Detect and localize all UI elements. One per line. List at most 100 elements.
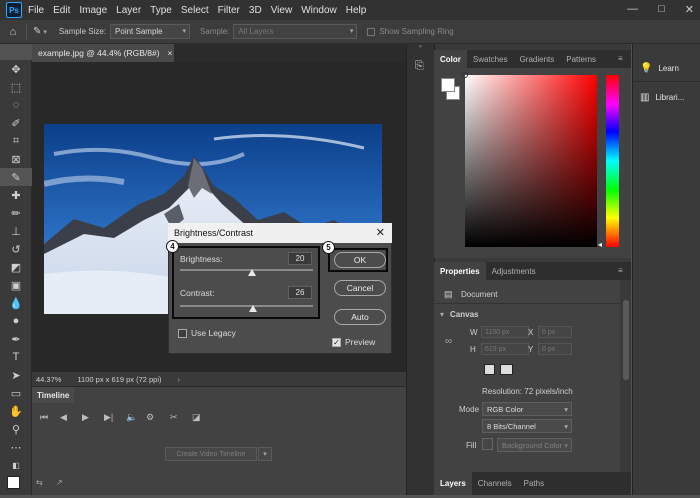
width-field[interactable]: 1100 px (481, 326, 529, 338)
quick-select-tool-icon[interactable]: ✐ (0, 114, 32, 132)
marquee-tool-icon[interactable]: ⬚ (0, 78, 32, 96)
dodge-tool-icon[interactable]: ● (0, 312, 32, 330)
close-window-icon[interactable]: ✕ (685, 3, 694, 16)
minimize-icon[interactable]: — (627, 3, 638, 16)
tab-gradients[interactable]: Gradients (514, 50, 561, 68)
move-tool-icon[interactable]: ✥ (0, 60, 32, 78)
tab-paths[interactable]: Paths (518, 472, 550, 495)
tab-channels[interactable]: Channels (472, 472, 518, 495)
eyedropper-tool-icon[interactable]: ✎ (0, 168, 32, 186)
home-icon[interactable]: ⌂ (0, 26, 26, 38)
transition-icon[interactable]: ◪ (192, 412, 201, 423)
tab-adjustments[interactable]: Adjustments (486, 262, 542, 280)
hue-slider-handle[interactable]: ◂ (598, 240, 602, 249)
y-field[interactable]: 0 px (538, 343, 572, 355)
fill-select[interactable]: Background Color ▾ (497, 438, 572, 452)
gradient-tool-icon[interactable]: ▣ (0, 276, 32, 294)
audio-icon[interactable]: 🔈 (126, 412, 137, 423)
eraser-tool-icon[interactable]: ◩ (0, 258, 32, 276)
zoom-tool-icon[interactable]: ⚲ (0, 420, 32, 438)
menu-type[interactable]: Type (150, 5, 172, 16)
render-video-icon[interactable]: ↗ (56, 478, 63, 487)
menu-edit[interactable]: Edit (53, 5, 70, 16)
landscape-orientation-icon[interactable] (500, 364, 513, 375)
close-icon[interactable]: ✕ (376, 226, 385, 239)
menu-filter[interactable]: Filter (218, 5, 240, 16)
chevron-right-icon[interactable]: › (178, 375, 181, 384)
document-tab[interactable]: example.jpg @ 44.4% (RGB/8#) × (32, 44, 174, 62)
mode-select[interactable]: RGB Color ▾ (482, 402, 572, 416)
pen-tool-icon[interactable]: ✒ (0, 330, 32, 348)
sample-select[interactable]: All Layers ▾ (233, 24, 358, 39)
hand-tool-icon[interactable]: ✋ (0, 402, 32, 420)
menu-layer[interactable]: Layer (116, 5, 141, 16)
lasso-tool-icon[interactable]: ◌ (0, 96, 32, 114)
next-frame-icon[interactable]: ▶| (104, 412, 113, 423)
tab-color[interactable]: Color (434, 50, 467, 68)
path-select-tool-icon[interactable]: ➤ (0, 366, 32, 384)
menu-image[interactable]: Image (79, 5, 107, 16)
portrait-orientation-icon[interactable] (484, 364, 495, 375)
chevron-down-icon[interactable]: ▾ (43, 28, 47, 36)
tab-layers[interactable]: Layers (434, 472, 472, 495)
height-field[interactable]: 619 px (481, 343, 529, 355)
chevron-down-icon[interactable]: ▾ (440, 310, 444, 319)
chevron-down-icon[interactable]: ▾ (258, 447, 272, 461)
create-video-timeline-button[interactable]: Create Video Timeline (165, 447, 257, 461)
settings-gear-icon[interactable]: ⚙ (146, 412, 154, 423)
link-icon[interactable]: ∞ (445, 336, 452, 347)
panel-menu-icon[interactable]: ≡ (618, 54, 623, 63)
frame-tool-icon[interactable]: ⊠ (0, 150, 32, 168)
sampling-ring-checkbox[interactable] (367, 27, 376, 36)
clone-stamp-tool-icon[interactable]: ⊥ (0, 222, 32, 240)
color-swatches[interactable] (0, 474, 31, 498)
tab-properties[interactable]: Properties (434, 262, 486, 280)
brush-tool-icon[interactable]: ✏ (0, 204, 32, 222)
type-tool-icon[interactable]: T (0, 348, 32, 366)
history-brush-tool-icon[interactable]: ↺ (0, 240, 32, 258)
maximize-icon[interactable]: □ (658, 3, 665, 16)
menu-file[interactable]: File (28, 5, 44, 16)
cancel-button[interactable]: Cancel (334, 280, 386, 296)
tab-patterns[interactable]: Patterns (560, 50, 602, 68)
crop-tool-icon[interactable]: ⌗ (0, 132, 32, 150)
color-picker-cursor[interactable] (462, 72, 468, 78)
learn-panel-button[interactable]: 💡 Learn (632, 57, 700, 79)
healing-brush-tool-icon[interactable]: ✚ (0, 186, 32, 204)
more-tools-icon[interactable]: ⋯ (0, 438, 32, 456)
color-foreground-swatch[interactable] (441, 78, 455, 92)
menu-view[interactable]: View (271, 5, 293, 16)
use-legacy-checkbox[interactable] (178, 329, 187, 338)
preview-checkbox[interactable]: ✓ (332, 338, 341, 347)
convert-frames-icon[interactable]: ⇆ (36, 478, 43, 487)
auto-button[interactable]: Auto (334, 309, 386, 325)
blur-tool-icon[interactable]: 💧 (0, 294, 32, 312)
first-frame-icon[interactable]: ⏮ (40, 412, 48, 423)
close-tab-icon[interactable]: × (168, 48, 173, 58)
bit-depth-select[interactable]: 8 Bits/Channel ▾ (482, 419, 572, 433)
menu-window[interactable]: Window (301, 5, 337, 16)
x-field[interactable]: 0 px (538, 326, 572, 338)
history-icon[interactable]: ⎘ (415, 60, 424, 73)
foreground-color-swatch[interactable] (7, 476, 20, 489)
eyedropper-preset-icon[interactable]: ✎ (33, 26, 41, 37)
collapse-icon[interactable]: » (407, 44, 434, 54)
properties-scrollbar-thumb[interactable] (623, 300, 629, 380)
timeline-tab[interactable]: Timeline (32, 387, 74, 403)
menu-help[interactable]: Help (346, 5, 367, 16)
libraries-panel-button[interactable]: ▥ Librari... (632, 86, 700, 108)
play-icon[interactable]: ▶ (82, 412, 89, 423)
zoom-level[interactable]: 44.37% (36, 375, 61, 384)
default-colors-icon[interactable]: ◧ (0, 456, 32, 474)
previous-frame-icon[interactable]: ◀ (60, 412, 67, 423)
color-picker-field[interactable] (465, 75, 597, 247)
menu-3d[interactable]: 3D (249, 5, 262, 16)
fill-color-swatch[interactable] (482, 438, 493, 450)
sample-size-select[interactable]: Point Sample ▾ (110, 24, 191, 39)
panel-menu-icon[interactable]: ≡ (618, 266, 623, 275)
tab-swatches[interactable]: Swatches (467, 50, 514, 68)
hue-slider[interactable] (606, 75, 619, 247)
rectangle-tool-icon[interactable]: ▭ (0, 384, 32, 402)
menu-select[interactable]: Select (181, 5, 209, 16)
scissors-icon[interactable]: ✂ (170, 412, 178, 423)
